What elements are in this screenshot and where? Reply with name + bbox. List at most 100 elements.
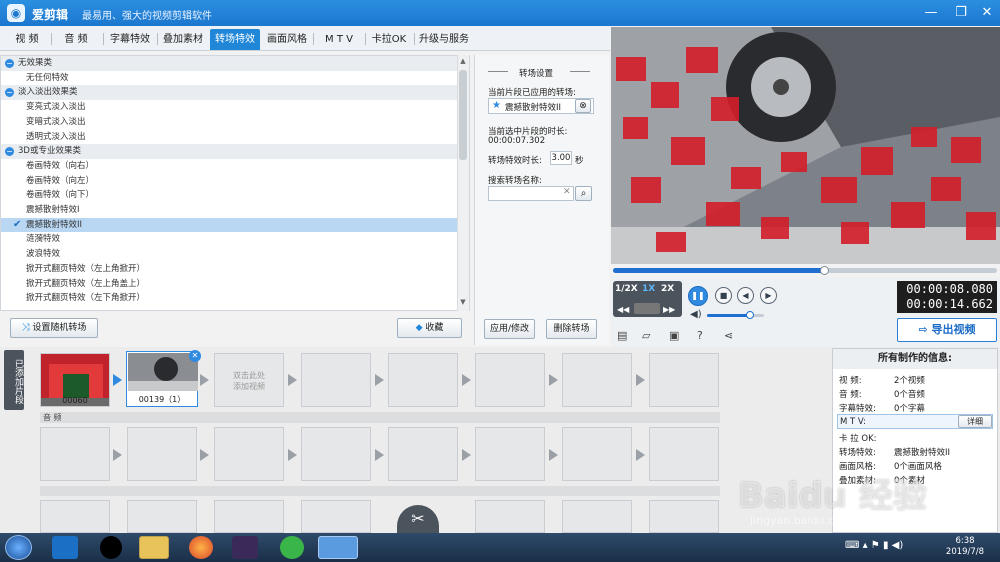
delete-transition-button[interactable]: 删除转场 <box>546 319 597 339</box>
track-slot[interactable] <box>214 500 284 533</box>
speed-normal[interactable]: 1X <box>642 284 655 294</box>
help-icon[interactable]: ? <box>697 329 703 342</box>
tab-subtitle[interactable]: 字幕特效 <box>104 29 156 50</box>
speed-double[interactable]: 2X <box>661 284 674 294</box>
effect-category[interactable]: − 淡入淡出效果类 <box>1 85 457 101</box>
search-transition-input[interactable] <box>488 186 574 201</box>
taskbar-clock[interactable]: 6:38 2019/7/8 <box>935 536 995 558</box>
video-app-icon[interactable] <box>232 536 258 559</box>
favorite-button[interactable]: ◆ 收藏 <box>397 318 462 338</box>
effect-item[interactable]: 波浪特效 <box>1 247 457 262</box>
empty-slot[interactable] <box>475 353 545 407</box>
effect-item[interactable]: 卷画特效（向左） <box>1 174 457 189</box>
audio-slot[interactable] <box>562 427 632 481</box>
detail-button[interactable]: 详细 <box>958 415 992 428</box>
empty-slot[interactable] <box>301 353 371 407</box>
add-video-slot[interactable]: 双击此处 添加视频 <box>214 353 284 407</box>
tab-karaoke[interactable]: 卡拉OK <box>366 29 412 50</box>
empty-slot[interactable] <box>388 353 458 407</box>
tab-audio[interactable]: 音 频 <box>52 29 100 50</box>
arrow-icon <box>549 374 559 386</box>
previous-frame-button[interactable]: ◀ <box>737 287 754 304</box>
collapse-icon[interactable]: − <box>5 59 14 68</box>
tab-transition[interactable]: 转场特效 <box>210 29 260 50</box>
search-icon[interactable]: ⌕ <box>575 186 592 201</box>
clear-search-icon[interactable]: ✕ <box>563 187 571 197</box>
empty-slot[interactable] <box>649 353 719 407</box>
tab-overlay[interactable]: 叠加素材 <box>158 29 208 50</box>
apply-modify-button[interactable]: 应用/修改 <box>484 319 535 339</box>
minimize-button[interactable]: — <box>920 3 942 23</box>
effect-item[interactable]: 掀开式翻页特效（左上角掀开） <box>1 262 457 277</box>
random-transition-button[interactable]: ⤨ 设置随机转场 <box>10 318 98 338</box>
fast-forward-icon[interactable]: ▶▶ <box>663 305 675 314</box>
transition-arrow-icon <box>113 374 123 386</box>
remove-clip-icon[interactable]: ✕ <box>189 350 201 362</box>
rewind-icon[interactable]: ◀◀ <box>617 305 629 314</box>
maximize-button[interactable]: ❐ <box>950 3 972 23</box>
effect-item[interactable]: ✔ 震撼散射特效II <box>1 217 457 233</box>
playback-progress-handle[interactable] <box>820 266 830 275</box>
new-project-icon[interactable]: ▤ <box>617 329 627 342</box>
effect-item[interactable]: 透明式淡入淡出 <box>1 130 457 145</box>
tab-video[interactable]: 视 频 <box>4 29 50 50</box>
clip-thumbnail-2[interactable]: 00139（1） <box>126 351 198 407</box>
scrollbar-thumb[interactable] <box>459 70 467 160</box>
tray-icons[interactable]: ⌨ ▴ ⚑ ▮ ◀) <box>845 540 903 551</box>
audio-slot[interactable] <box>649 427 719 481</box>
volume-icon[interactable]: ◀) <box>690 309 702 320</box>
scroll-down-icon[interactable]: ▼ <box>458 298 468 310</box>
effect-category[interactable]: −3D或专业效果类 <box>1 144 457 159</box>
track-slot[interactable] <box>562 500 632 533</box>
track-slot[interactable] <box>40 500 110 533</box>
effect-item[interactable]: 变亮式淡入淡出 <box>1 100 457 115</box>
pause-button[interactable]: ❚❚ <box>688 286 708 306</box>
audio-slot[interactable] <box>301 427 371 481</box>
audio-slot[interactable] <box>214 427 284 481</box>
effect-category[interactable]: − 无效果类 <box>1 56 457 71</box>
tab-upgrade[interactable]: 升级与服务 <box>415 29 473 50</box>
firefox-icon[interactable] <box>189 536 213 559</box>
qq-icon[interactable] <box>100 536 122 559</box>
start-button-icon[interactable] <box>5 535 32 560</box>
clear-transition-icon[interactable]: ⊗ <box>575 99 591 113</box>
track-slot[interactable] <box>301 500 371 533</box>
stop-button[interactable]: ■ <box>715 287 732 304</box>
effect-item[interactable]: 卷画特效（向下） <box>1 188 457 203</box>
track-slot[interactable] <box>475 500 545 533</box>
effect-item[interactable]: 掀开式翻页特效（左下角掀开） <box>1 291 457 306</box>
effect-item[interactable]: 变暗式淡入淡出 <box>1 115 457 130</box>
track-slot[interactable] <box>127 500 197 533</box>
next-frame-button[interactable]: ▶ <box>760 287 777 304</box>
tab-style[interactable]: 画面风格 <box>262 29 312 50</box>
effect-item[interactable]: 涟漪特效 <box>1 232 457 247</box>
collapse-icon[interactable]: − <box>5 88 14 98</box>
share-icon[interactable]: ⋖ <box>724 329 733 342</box>
export-video-button[interactable]: ⇨ 导出视频 <box>897 318 997 342</box>
audio-slot[interactable] <box>127 427 197 481</box>
effect-item[interactable]: 无任何特效 <box>1 71 457 86</box>
track-slot[interactable] <box>649 500 719 533</box>
added-clips-tab[interactable]: 已添加片段 <box>4 350 24 410</box>
effect-duration-input[interactable]: 3.00 <box>550 151 572 165</box>
browser-360-icon[interactable] <box>280 536 304 559</box>
audio-slot[interactable] <box>40 427 110 481</box>
speed-half[interactable]: 1/2X <box>615 284 638 294</box>
effect-item[interactable]: 卷画特效（向右） <box>1 159 457 174</box>
open-folder-icon[interactable]: ▱ <box>642 329 650 342</box>
tab-mtv[interactable]: M T V <box>314 29 364 50</box>
audio-slot[interactable] <box>475 427 545 481</box>
audio-slot[interactable] <box>388 427 458 481</box>
volume-handle[interactable] <box>745 311 754 319</box>
effect-item[interactable]: 震撼散射特效I <box>1 203 457 218</box>
file-explorer-icon[interactable] <box>139 536 169 559</box>
scroll-up-icon[interactable]: ▲ <box>458 57 468 69</box>
save-icon[interactable]: ▣ <box>669 329 679 342</box>
effect-item[interactable]: 掀开式翻页特效（左上角盖上） <box>1 277 457 292</box>
media-player-icon[interactable] <box>52 536 78 559</box>
empty-slot[interactable] <box>562 353 632 407</box>
jog-slider[interactable] <box>634 303 660 314</box>
collapse-icon[interactable]: − <box>5 147 14 157</box>
close-button[interactable]: ✕ <box>976 3 998 23</box>
aijianji-taskbar-icon[interactable] <box>318 536 358 559</box>
